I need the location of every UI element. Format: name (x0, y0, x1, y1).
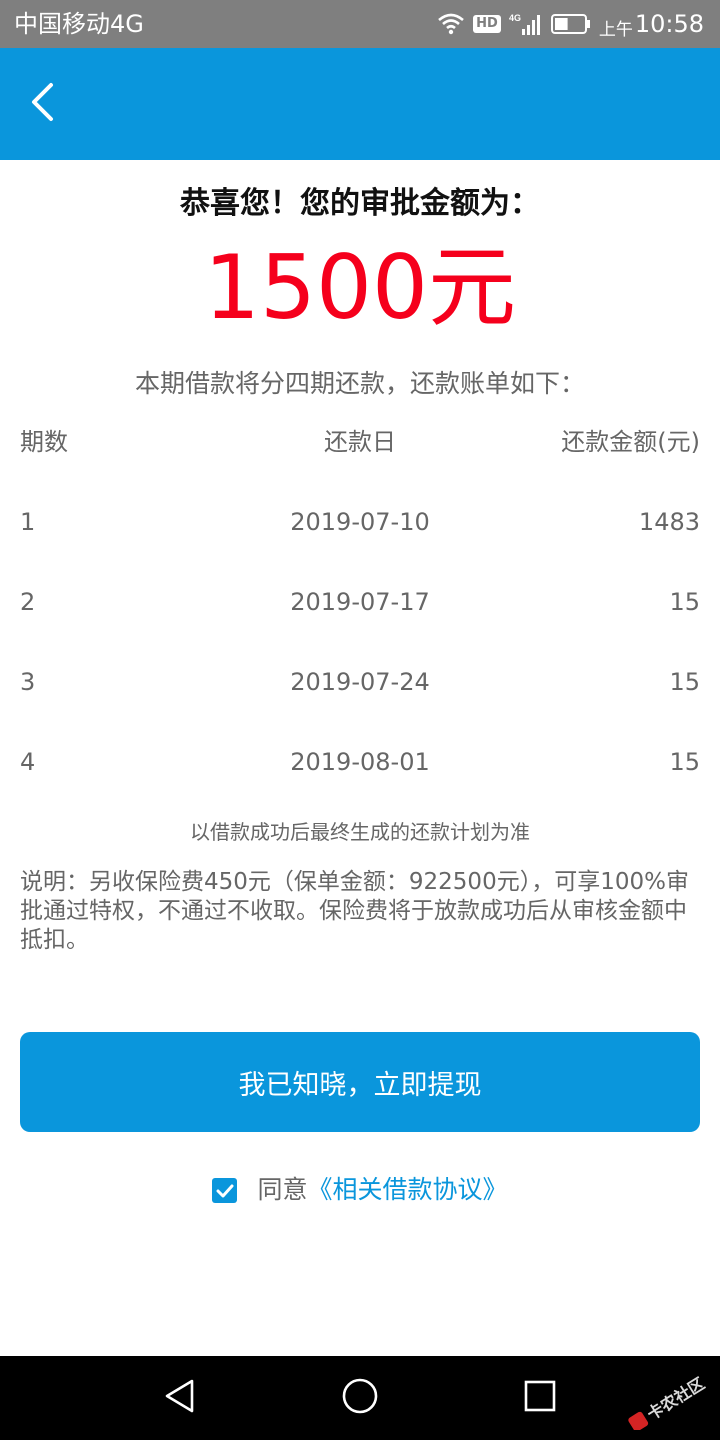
battery-icon (550, 13, 591, 35)
triangle-back-icon (163, 1378, 197, 1418)
agree-checkbox[interactable] (212, 1177, 238, 1203)
schedule-header: 期数 还款日 还款金额(元) (20, 422, 700, 502)
approved-amount: 1500元 (204, 236, 516, 339)
square-recents-icon (522, 1378, 558, 1418)
amount-cell: 15 (669, 748, 700, 776)
hd-badge: HD (473, 15, 501, 33)
withdraw-button[interactable]: 我已知晓，立即提现 (20, 1032, 700, 1132)
network-label: 4G (509, 13, 521, 23)
insurance-description: 说明：另收保险费450元（保单金额：922500元），可享100%审批通过特权，… (20, 869, 689, 953)
agreement-link[interactable]: 《相关借款协议》 (308, 1168, 508, 1212)
nav-back-button[interactable] (155, 1374, 205, 1422)
date-cell: 2019-07-10 (290, 508, 430, 536)
amount-cell: 15 (669, 668, 700, 696)
amount-cell: 1483 (638, 508, 700, 536)
watermark-text: 卡农社区 (644, 1374, 708, 1424)
date-cell: 2019-08-01 (290, 748, 430, 776)
wifi-icon (437, 13, 465, 35)
status-icons: HD 4G 上午 10:58 (437, 8, 704, 40)
column-header-amount: 还款金额(元) (561, 428, 700, 456)
schedule-row: 1 2019-07-10 1483 (20, 502, 700, 582)
carrier-label: 中国移动4G (14, 10, 144, 38)
date-cell: 2019-07-17 (290, 588, 430, 616)
repayment-schedule: 期数 还款日 还款金额(元) 1 2019-07-10 1483 2 2019-… (20, 422, 700, 822)
chevron-left-icon (29, 82, 55, 126)
navigation-bar: 卡农社区 (0, 1356, 720, 1440)
back-button[interactable] (18, 78, 66, 130)
clock: 10:58 (634, 10, 704, 38)
nav-recents-button[interactable] (515, 1374, 565, 1422)
agreement-row: 同意 《相关借款协议》 (0, 1168, 720, 1212)
schedule-row: 4 2019-08-01 15 (20, 742, 700, 822)
nav-home-button[interactable] (335, 1374, 385, 1422)
signal-icon: 4G (509, 12, 543, 36)
agree-label: 同意 (257, 1175, 308, 1204)
approval-headline: 恭喜您！您的审批金额为： (180, 186, 540, 221)
plan-note: 以借款成功后最终生成的还款计划为准 (190, 820, 530, 844)
time-period: 上午 (598, 19, 633, 40)
schedule-row: 2 2019-07-17 15 (20, 582, 700, 662)
checkmark-icon (216, 1168, 234, 1212)
status-bar: 中国移动4G HD 4G 上午 10:58 (0, 0, 720, 48)
amount-cell: 15 (669, 588, 700, 616)
repayment-plan-intro: 本期借款将分四期还款，还款账单如下： (134, 369, 585, 398)
schedule-row: 3 2019-07-24 15 (20, 662, 700, 742)
watermark-logo: 卡农社区 (618, 1374, 714, 1432)
circle-home-icon (340, 1376, 380, 1420)
date-cell: 2019-07-24 (290, 668, 430, 696)
app-bar (0, 48, 720, 160)
